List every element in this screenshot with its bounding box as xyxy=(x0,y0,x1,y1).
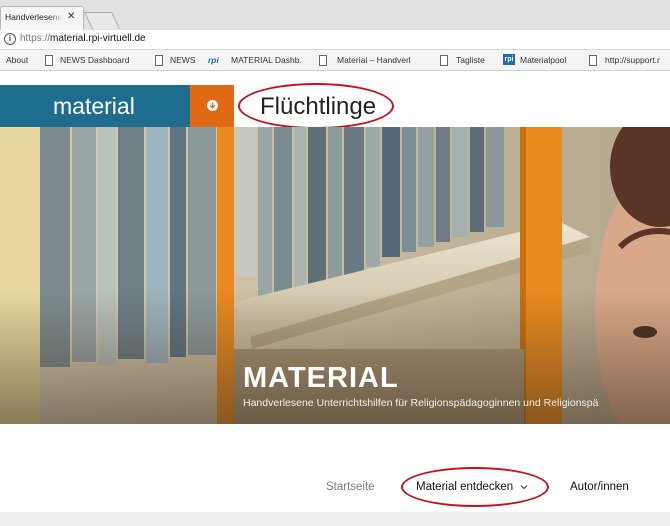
new-tab-button[interactable] xyxy=(84,12,120,29)
brand-logo[interactable]: material xyxy=(0,85,190,127)
page-icon xyxy=(589,55,597,66)
address-bar[interactable]: i https://material.rpi-virtuell.de xyxy=(0,30,670,50)
hero-subtitle: Handverlesene Unterrichtshilfen für Reli… xyxy=(243,397,599,409)
browser-tab[interactable]: Handverlesene ✕ xyxy=(0,6,84,30)
menu-toggle-button[interactable] xyxy=(190,85,234,127)
bookmark-materialpool[interactable]: Materialpool xyxy=(520,55,566,65)
browser-tab-bar: Handverlesene ✕ xyxy=(0,0,670,30)
hero-title: MATERIAL xyxy=(243,362,399,394)
highlight-circle xyxy=(401,467,549,507)
footer-strip xyxy=(0,512,670,526)
tab-title: Handverlesene xyxy=(5,12,63,22)
bookmark-material-dashboard[interactable]: MATERIAL Dashb. xyxy=(231,55,302,65)
hero-banner: MATERIAL Handverlesene Unterrichtshilfen… xyxy=(0,127,670,424)
bookmark-news-dashboard[interactable]: NEWS Dashboard xyxy=(60,55,129,65)
info-icon[interactable]: i xyxy=(4,33,16,45)
page-icon xyxy=(440,55,448,66)
url-host: material.rpi-virtuell.de xyxy=(50,33,146,44)
arrow-down-circle-icon xyxy=(207,100,218,111)
bookmarks-bar: About NEWS Dashboard NEWS rpi MATERIAL D… xyxy=(0,50,670,71)
url-scheme: https:// xyxy=(20,33,51,44)
tab-close-icon[interactable]: ✕ xyxy=(67,11,75,22)
rpi-logo-icon: rpi xyxy=(208,55,219,65)
bookmark-material-handverlesen[interactable]: Material – Handverl xyxy=(337,55,411,65)
rpi-box-icon: rpi xyxy=(503,54,515,65)
page-icon xyxy=(155,55,163,66)
url-text[interactable]: https://material.rpi-virtuell.de xyxy=(20,33,146,44)
main-nav: Startseite Material entdecken Autor/inne… xyxy=(0,424,670,512)
highlight-circle xyxy=(238,83,394,129)
brand-text: material xyxy=(53,93,135,119)
bookmark-news[interactable]: NEWS xyxy=(170,55,196,65)
nav-startseite[interactable]: Startseite xyxy=(326,481,375,493)
site-header: material Flüchtlinge xyxy=(0,83,670,129)
page-icon xyxy=(319,55,327,66)
page-icon xyxy=(45,55,53,66)
bookmark-tagliste[interactable]: Tagliste xyxy=(456,55,485,65)
bookmark-about[interactable]: About xyxy=(6,55,28,65)
nav-autor-innen[interactable]: Autor/innen xyxy=(570,481,629,493)
bookmark-support[interactable]: http://support.r xyxy=(605,55,660,65)
